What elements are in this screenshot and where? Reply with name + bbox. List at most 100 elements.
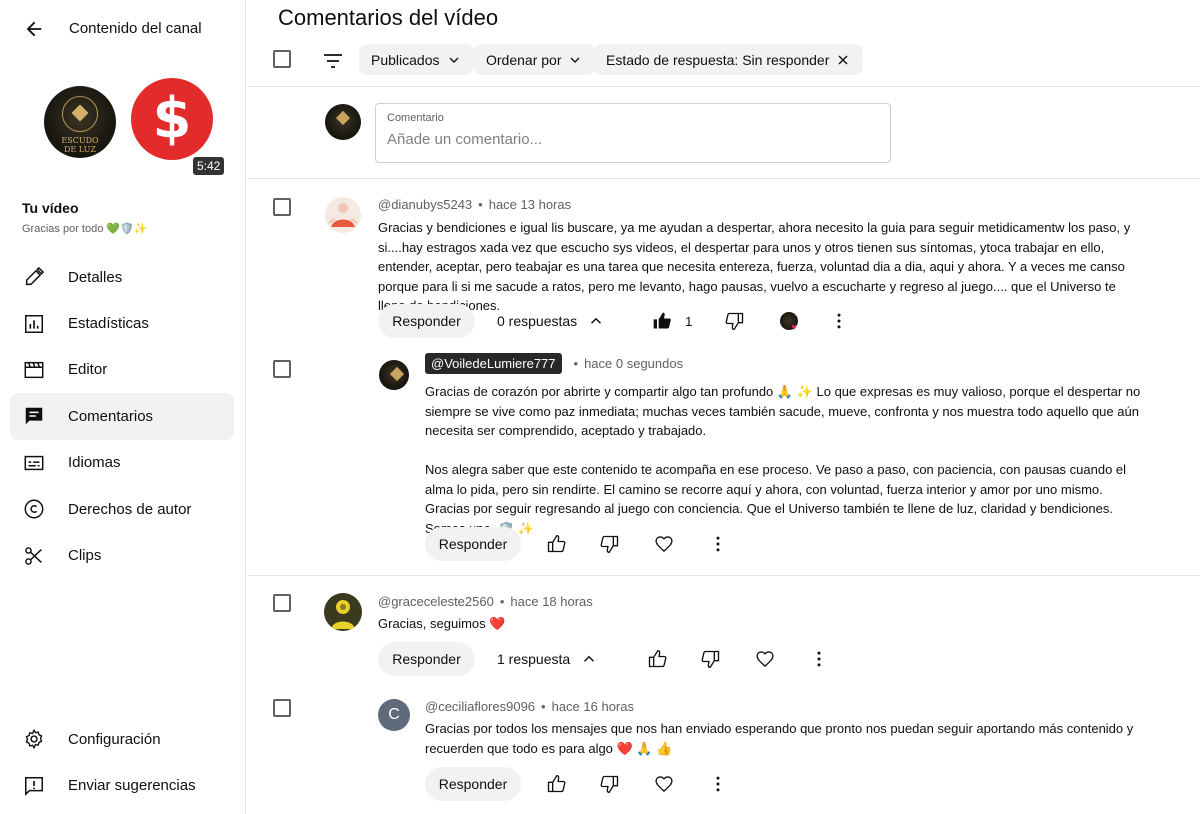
comment-meta: @graceceleste2560 • hace 18 horas <box>378 594 593 609</box>
comment-author[interactable]: @graceceleste2560 <box>378 594 494 609</box>
dislike-button[interactable] <box>720 306 750 336</box>
replies-toggle[interactable]: 1 respuesta <box>497 650 598 668</box>
scissors-icon <box>10 544 58 568</box>
heart-button[interactable] <box>649 769 679 799</box>
replies-count: 1 respuesta <box>497 651 571 667</box>
replies-count: 0 respuestas <box>497 313 578 329</box>
sidebar-item-editor[interactable]: Editor <box>10 347 234 393</box>
sidebar-item-label: Configuración <box>68 730 161 748</box>
comment-author[interactable]: @dianubys5243 <box>378 197 472 212</box>
comment-meta: @dianubys5243 • hace 13 horas <box>378 197 572 212</box>
reply-button[interactable]: Responder <box>378 642 475 676</box>
dislike-button[interactable] <box>595 529 625 559</box>
replies-toggle[interactable]: 0 respuestas <box>497 312 605 330</box>
comment-checkbox[interactable] <box>273 699 291 717</box>
thumbs-up-icon <box>547 774 566 793</box>
sidebar-item-idiomas[interactable]: Idiomas <box>10 440 234 486</box>
comment-checkbox[interactable] <box>273 594 291 612</box>
like-button[interactable] <box>541 769 571 799</box>
sidebar-item-detalles[interactable]: Detalles <box>10 254 234 300</box>
more-vert-icon <box>837 313 841 329</box>
thumbs-up-filled-icon <box>653 312 671 329</box>
reply-button[interactable]: Responder <box>425 527 521 561</box>
like-button[interactable] <box>642 644 672 674</box>
chevron-up-icon <box>584 655 595 662</box>
more-options-button[interactable] <box>703 529 733 559</box>
comments-icon <box>10 404 58 428</box>
more-vert-icon <box>817 651 821 667</box>
heart-icon <box>655 776 673 792</box>
more-options-button[interactable] <box>804 644 834 674</box>
sidebar-item-label: Detalles <box>68 268 123 286</box>
video-thumbnail[interactable]: $ <box>131 78 213 160</box>
more-options-button[interactable] <box>824 306 854 336</box>
logo-text-bottom: DE LUZ <box>64 145 96 154</box>
comment-text: Gracias de corazón por abrirte y compart… <box>425 384 1141 439</box>
filter-bar: Publicados Ordenar por Estado de respues… <box>247 40 1200 80</box>
sidebar-item-label: Clips <box>68 547 102 565</box>
thumbs-down-icon <box>600 535 619 554</box>
thumbs-down-icon <box>701 650 720 669</box>
sidebar-item-estadisticas[interactable]: Estadísticas <box>10 300 234 346</box>
comment-time[interactable]: hace 18 horas <box>510 594 592 609</box>
more-options-button[interactable] <box>703 769 733 799</box>
comment-checkbox[interactable] <box>273 198 291 216</box>
heart-button[interactable] <box>750 644 780 674</box>
reply-button[interactable]: Responder <box>378 304 475 338</box>
avatar <box>379 360 409 390</box>
logo-text-top: ESCUDO <box>61 136 99 145</box>
more-vert-icon <box>716 776 720 792</box>
comment-actions: Responder 1 respuesta <box>378 641 834 677</box>
your-video-label: Tu vídeo <box>22 200 79 216</box>
heart-icon <box>655 536 673 552</box>
thumbs-down-icon <box>725 312 744 331</box>
filter-icon[interactable] <box>321 49 345 73</box>
copyright-icon <box>10 497 58 521</box>
dislike-button[interactable] <box>696 644 726 674</box>
creator-heart-badge[interactable]: ♥ <box>774 306 804 336</box>
comment-author[interactable]: @ceciliaflores9096 <box>425 699 535 714</box>
comment-thread: @dianubys5243 • hace 13 horas Gracias y be… <box>247 179 1200 349</box>
comment-text: Gracias por todos los mensajes que nos h… <box>425 721 1134 756</box>
comment-field[interactable]: Comentario <box>375 103 891 163</box>
dislike-button[interactable] <box>595 769 625 799</box>
comment-thread: @graceceleste2560 • hace 18 horas Gracias,… <box>247 576 1200 686</box>
sidebar-nav: Detalles Estadísticas Editor Comentarios… <box>10 254 234 579</box>
comment-author[interactable]: @VoiledeLumiere777 <box>425 353 562 374</box>
comment-time[interactable]: hace 0 segundos <box>584 356 683 371</box>
chevron-down-icon <box>449 57 458 63</box>
sidebar-item-configuracion[interactable]: Configuración <box>10 716 234 762</box>
avatar <box>325 197 361 233</box>
chevron-down-icon <box>571 57 580 63</box>
subtitles-icon <box>10 451 58 475</box>
thumbs-up-icon <box>649 649 667 668</box>
comment-time[interactable]: hace 13 horas <box>489 197 571 212</box>
comment-input[interactable] <box>387 131 877 148</box>
comment-actions: Responder 0 respuestas 1 ♥ <box>378 303 854 339</box>
like-button[interactable] <box>647 306 677 336</box>
sort-filter-chip[interactable]: Ordenar por <box>474 44 596 75</box>
reply-button[interactable]: Responder <box>425 767 521 801</box>
sidebar-item-sugerencias[interactable]: Enviar sugerencias <box>10 762 234 808</box>
gear-icon <box>10 727 58 751</box>
sidebar: Contenido del canal ESCUDO DE LUZ $ 5:42… <box>0 0 246 814</box>
sidebar-item-label: Enviar sugerencias <box>68 777 196 795</box>
sidebar-item-label: Estadísticas <box>68 315 149 333</box>
back-arrow-icon[interactable] <box>22 17 46 41</box>
select-all-checkbox[interactable] <box>273 50 291 68</box>
response-state-chip[interactable]: Estado de respuesta: Sin responder <box>594 44 864 75</box>
sidebar-item-label: Derechos de autor <box>68 500 192 518</box>
heart-button[interactable] <box>649 529 679 559</box>
published-filter-chip[interactable]: Publicados <box>359 44 474 75</box>
sidebar-item-clips[interactable]: Clips <box>10 532 234 578</box>
pencil-icon <box>10 265 58 289</box>
more-vert-icon <box>716 536 720 552</box>
sidebar-item-comentarios[interactable]: Comentarios <box>10 393 234 440</box>
add-comment-section: Comentario <box>247 88 1200 178</box>
like-button[interactable] <box>541 529 571 559</box>
comment-time[interactable]: hace 16 horas <box>552 699 634 714</box>
close-icon[interactable] <box>835 52 851 68</box>
sidebar-item-derechos[interactable]: Derechos de autor <box>10 486 234 532</box>
comment-checkbox[interactable] <box>273 360 291 378</box>
avatar: C <box>378 699 410 731</box>
